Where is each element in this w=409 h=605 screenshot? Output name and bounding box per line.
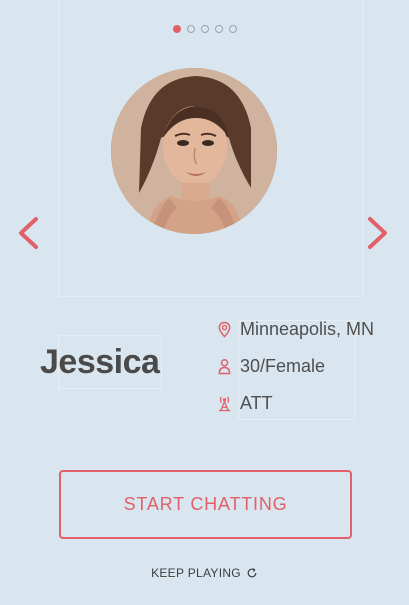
carrier-row: ATT [216,392,273,414]
profile-screen: Jessica Minneapolis, MN 30/Female ATT ST… [0,0,409,605]
carousel-dot[interactable] [214,25,223,33]
carousel-dots [0,25,409,33]
next-photo-button[interactable] [365,213,391,253]
chevron-left-icon [19,217,38,249]
location-row: Minneapolis, MN [216,318,374,340]
age-gender-text: 30/Female [240,355,326,376]
location-text: Minneapolis, MN [240,318,375,339]
carousel-dot[interactable] [200,25,209,33]
carousel-dot[interactable] [228,25,237,33]
keep-playing-link[interactable]: KEEP PLAYING [0,566,409,580]
radio-tower-icon [216,394,232,412]
profile-name: Jessica [40,343,160,381]
carousel-dot[interactable] [186,25,195,33]
carousel-dot[interactable] [172,25,181,33]
refresh-icon [247,568,257,578]
profile-photo-illustration [111,68,277,234]
chevron-right-icon [368,217,387,249]
map-pin-icon [216,320,232,338]
keep-playing-label: KEEP PLAYING [151,566,241,580]
profile-photo [111,68,277,234]
carrier-text: ATT [240,392,273,413]
age-gender-row: 30/Female [216,355,325,377]
person-icon [216,357,232,375]
start-chatting-button[interactable]: START CHATTING [59,470,352,539]
previous-photo-button[interactable] [15,213,41,253]
